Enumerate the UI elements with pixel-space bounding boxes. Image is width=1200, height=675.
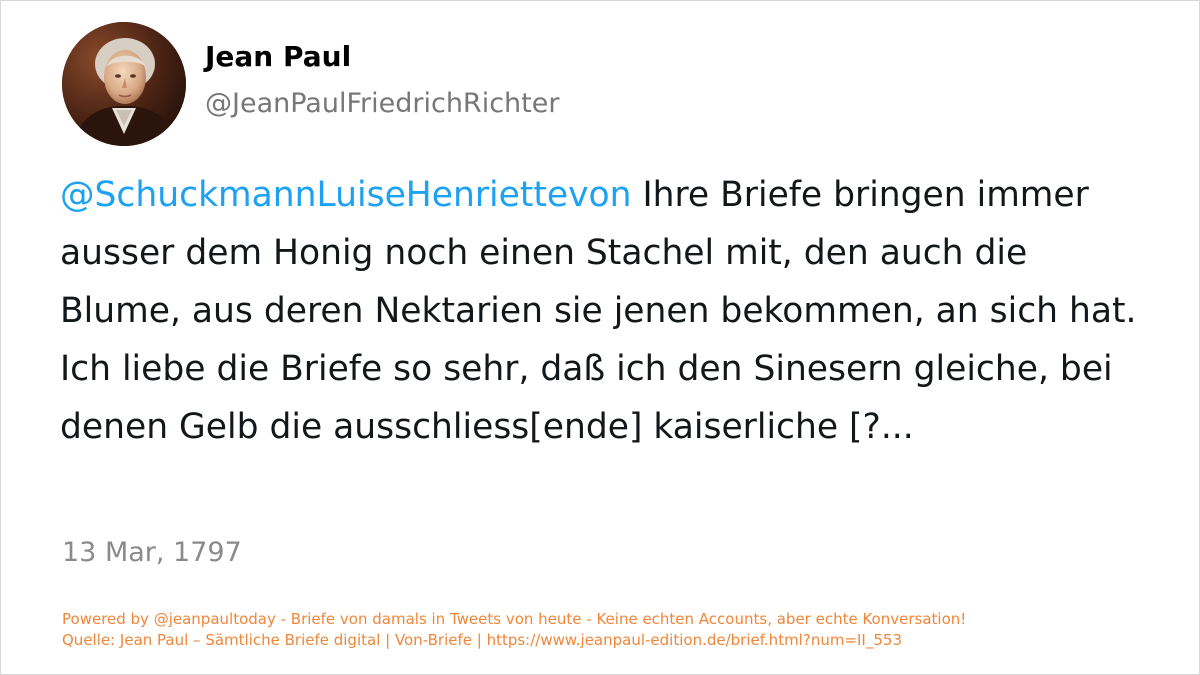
- portrait-avatar-icon: [62, 22, 186, 146]
- user-handle[interactable]: @JeanPaulFriedrichRichter: [205, 88, 559, 119]
- display-name[interactable]: Jean Paul: [205, 40, 351, 73]
- tweet-text: @SchuckmannLuiseHenriettevon Ihre Briefe…: [60, 166, 1150, 456]
- tweet-date[interactable]: 13 Mar, 1797: [62, 537, 242, 568]
- footer-source: Quelle: Jean Paul – Sämtliche Briefe dig…: [62, 631, 902, 649]
- footer: Powered by @jeanpaultoday - Briefe von d…: [62, 609, 966, 651]
- tweet-body: Ihre Briefe bringen immer ausser dem Hon…: [60, 175, 1137, 447]
- mention-link[interactable]: @SchuckmannLuiseHenriettevon: [60, 175, 632, 215]
- avatar[interactable]: [62, 22, 186, 146]
- footer-powered-by: Powered by @jeanpaultoday - Briefe von d…: [62, 610, 967, 628]
